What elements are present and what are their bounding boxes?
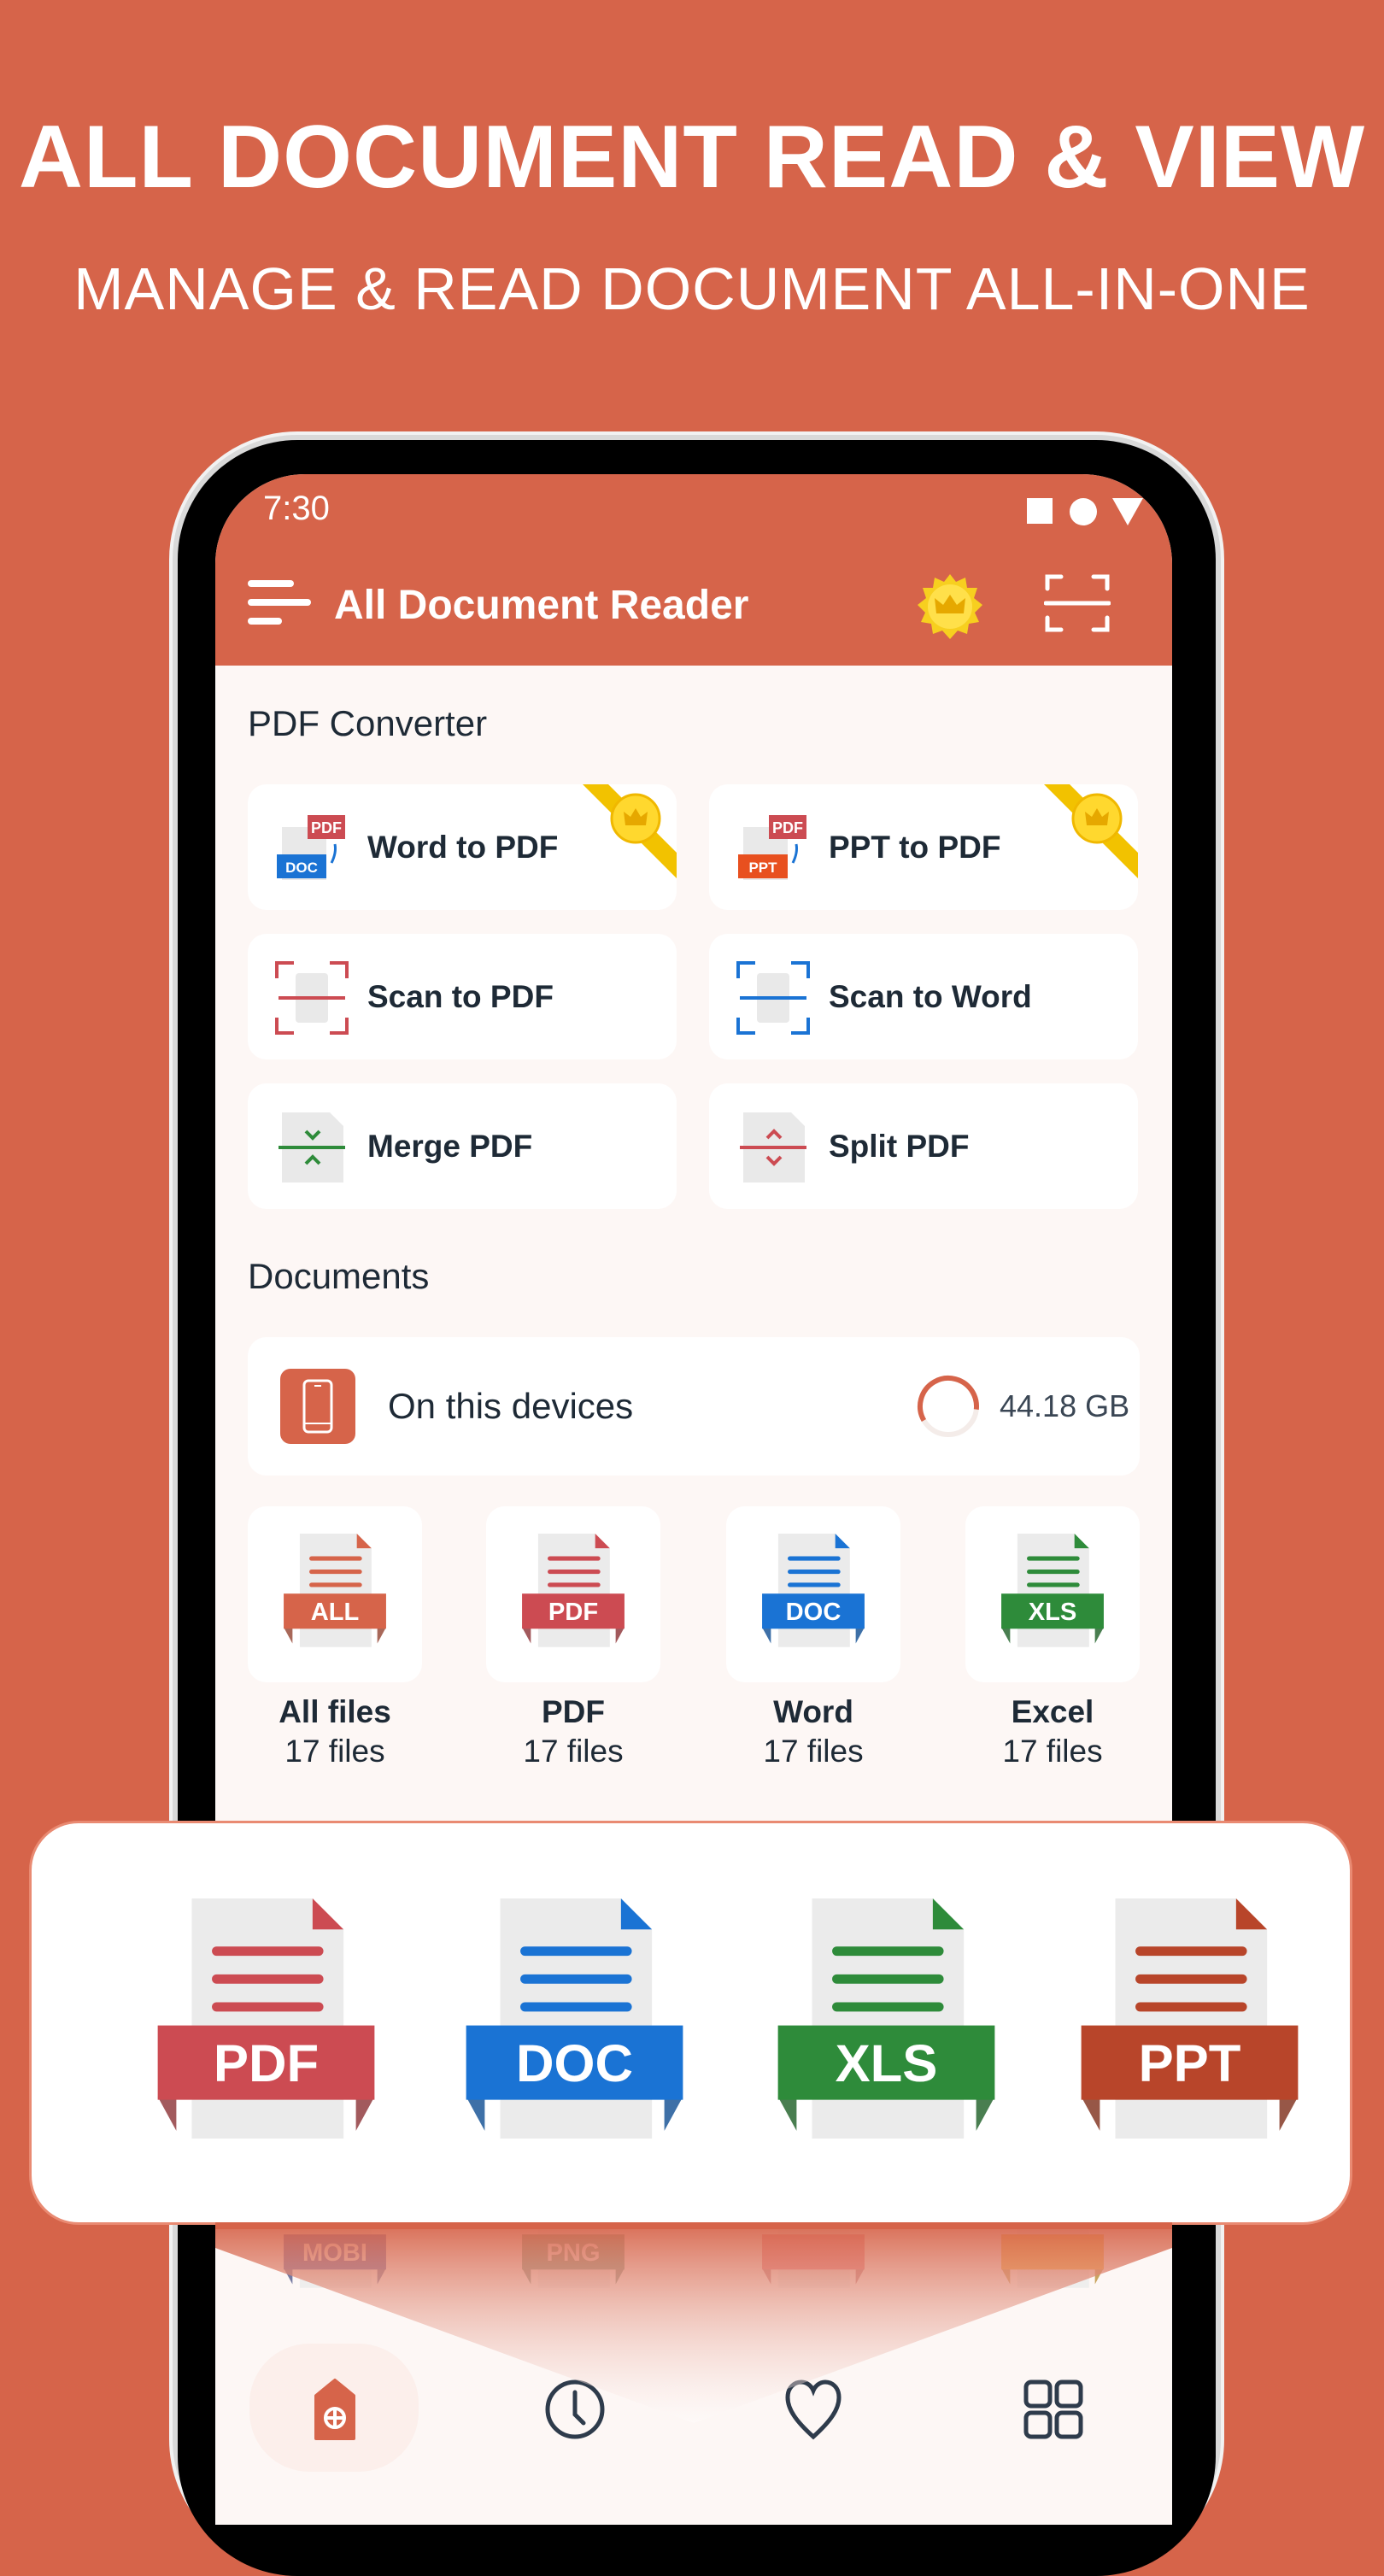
file-type-count: 17 files (523, 1734, 624, 1769)
svg-text:PDF: PDF (311, 819, 342, 836)
square-icon (1027, 498, 1053, 524)
file-badge-label: XLS (836, 2034, 938, 2093)
feature-doc-icon: DOC (465, 1898, 684, 2146)
tool-label: Scan to PDF (367, 979, 554, 1014)
file-type-icon: PDF (522, 1534, 625, 1647)
menu-icon[interactable] (248, 578, 311, 626)
file-badge-label: PDF (214, 2034, 319, 2093)
premium-badge-icon (583, 784, 677, 878)
svg-text:PPT: PPT (748, 860, 777, 876)
file-type-name: Excel (1011, 1694, 1094, 1729)
scan-to-word-icon (736, 961, 810, 1035)
file-badge-label: PPT (1139, 2034, 1241, 2093)
storage-ring (918, 1376, 979, 1437)
file-type-icon: DOC (762, 1534, 865, 1647)
file-badge-label: DOC (786, 1599, 842, 1626)
subheadline: MANAGE & READ DOCUMENT ALL-IN-ONE (73, 255, 1311, 322)
tool-merge-pdf[interactable]: Merge PDF (248, 1083, 677, 1209)
tool-scan-to-word[interactable]: Scan to Word (709, 934, 1138, 1059)
premium-badge-icon (1044, 784, 1138, 878)
tool-label: Scan to Word (829, 979, 1032, 1014)
file-format-icon: PDF (157, 1898, 375, 2139)
scan-to-pdf-icon (275, 961, 349, 1035)
file-type-excel[interactable]: XLS (965, 1506, 1140, 1682)
device-storage-card[interactable]: On this devices 44.18 GB (248, 1337, 1140, 1476)
premium-crown-icon[interactable] (918, 574, 982, 639)
banner-pointer (215, 2222, 1172, 2423)
file-badge-label: XLS (1029, 1599, 1077, 1626)
device-label: On this devices (388, 1386, 634, 1426)
tool-split-pdf[interactable]: Split PDF (709, 1083, 1138, 1209)
pdf-converter-heading: PDF Converter (248, 703, 488, 743)
file-type-count: 17 files (1002, 1734, 1103, 1769)
file-badge-label: PDF (548, 1599, 598, 1626)
file-type-icon: XLS (1001, 1534, 1104, 1647)
phone-icon (280, 1369, 355, 1444)
file-badge-label: ALL (311, 1599, 360, 1626)
feature-xls-icon: XLS (777, 1898, 996, 2146)
file-type-word[interactable]: DOC (726, 1506, 900, 1682)
file-type-name: PDF (542, 1694, 605, 1729)
file-type-all-files[interactable]: ALL (248, 1506, 422, 1682)
svg-text:PDF: PDF (772, 819, 803, 836)
documents-heading: Documents (248, 1256, 430, 1296)
scan-icon[interactable] (1044, 570, 1111, 637)
split-pdf-icon (740, 1112, 806, 1182)
file-badge-label: DOC (516, 2034, 633, 2093)
file-formats-banner: PDF DOC XLS PPT (32, 1823, 1350, 2222)
tool-word-to-pdf[interactable]: PDF DOC Word to PDF (248, 784, 677, 910)
headline: ALL DOCUMENT READ & VIEW (18, 108, 1366, 207)
file-type-count: 17 files (284, 1734, 385, 1769)
app-title: All Document Reader (334, 583, 749, 628)
file-type-name: Word (773, 1694, 853, 1729)
feature-ppt-icon: PPT (1080, 1898, 1299, 2146)
word-to-pdf-icon: PDF DOC (277, 815, 345, 880)
file-format-icon: PPT (1081, 1898, 1299, 2139)
tool-label: Split PDF (829, 1129, 970, 1164)
ppt-to-pdf-icon: PDF PPT (738, 815, 806, 880)
tool-label: PPT to PDF (829, 830, 1001, 865)
file-type-pdf[interactable]: PDF (486, 1506, 660, 1682)
merge-pdf-icon (279, 1112, 345, 1182)
status-time: 7:30 (263, 490, 330, 527)
tool-scan-to-pdf[interactable]: Scan to PDF (248, 934, 677, 1059)
file-type-icon: ALL (284, 1534, 386, 1647)
file-format-icon: XLS (777, 1898, 995, 2139)
feature-pdf-icon: PDF (156, 1898, 376, 2146)
tool-label: Word to PDF (367, 830, 559, 865)
tool-label: Merge PDF (367, 1129, 533, 1164)
file-type-count: 17 files (763, 1734, 864, 1769)
circle-icon (1070, 498, 1097, 525)
file-format-icon: DOC (466, 1898, 683, 2139)
triangle-icon (1112, 498, 1143, 525)
app-bar: 7:30 All Document Reader (215, 474, 1172, 666)
storage-size: 44.18 GB (1000, 1388, 1130, 1423)
tool-ppt-to-pdf[interactable]: PDF PPT PPT to PDF (709, 784, 1138, 910)
svg-text:DOC: DOC (285, 860, 318, 876)
file-type-name: All files (279, 1694, 391, 1729)
